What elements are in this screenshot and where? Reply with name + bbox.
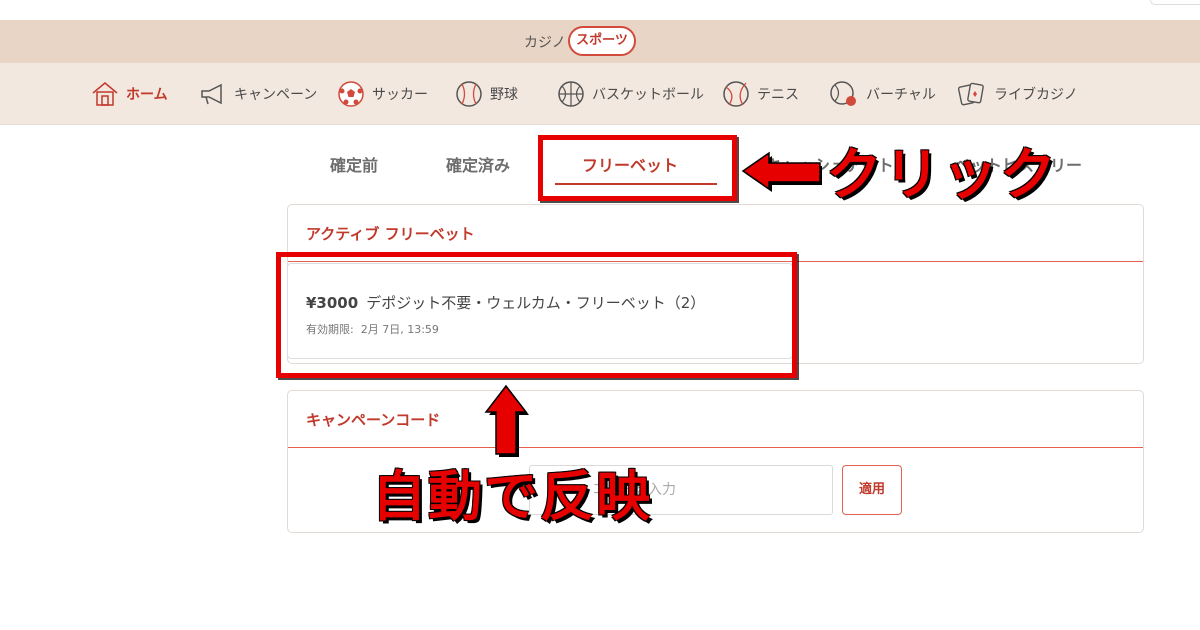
nav-item-label: テニス xyxy=(757,87,799,103)
campaign-code-header: キャンペーンコード xyxy=(288,391,1143,448)
home-icon xyxy=(92,82,118,106)
nav-item-label: バーチャル xyxy=(866,87,936,103)
nav-item-label: 野球 xyxy=(490,87,518,103)
annotation-click: クリック xyxy=(826,143,1058,208)
soccer-ball-icon xyxy=(338,81,364,107)
up-arrow-icon xyxy=(484,384,529,457)
window-corner xyxy=(1150,0,1200,5)
tennis-ball-icon xyxy=(723,81,749,107)
nav-item-basketball[interactable]: バスケットボール xyxy=(557,79,704,109)
mode-switch-bar: カジノ スポーツ xyxy=(0,20,1200,63)
baseball-icon xyxy=(456,81,482,107)
nav-item-virtual[interactable]: バーチャル xyxy=(829,79,936,109)
mode-casino-link[interactable]: カジノ xyxy=(524,32,566,52)
nav-item-soccer[interactable]: サッカー xyxy=(337,79,428,109)
virtual-ball-icon xyxy=(830,81,856,106)
nav-item-live-casino[interactable]: ライブカジノ xyxy=(957,79,1078,109)
cards-icon xyxy=(957,82,984,106)
nav-item-label: サッカー xyxy=(372,87,428,103)
highlight-freebet-item xyxy=(276,252,797,378)
mode-sports-button[interactable]: スポーツ xyxy=(568,26,636,56)
annotation-auto-apply: 自動で反映 xyxy=(372,465,652,528)
nav-item-baseball[interactable]: 野球 xyxy=(455,79,518,109)
tab-settled[interactable]: 確定済み xyxy=(446,152,510,176)
nav-item-campaign[interactable]: キャンペーン xyxy=(199,79,317,109)
nav-item-label: キャンペーン xyxy=(234,87,318,103)
left-arrow-icon xyxy=(741,151,822,192)
highlight-freebet-tab xyxy=(538,135,737,201)
tab-unsettled[interactable]: 確定前 xyxy=(330,152,378,176)
nav-item-label: ライブカジノ xyxy=(994,87,1078,103)
nav-item-home[interactable]: ホーム xyxy=(91,79,168,109)
nav-item-tennis[interactable]: テニス xyxy=(722,79,799,109)
nav-item-label: バスケットボール xyxy=(592,87,704,103)
nav-item-label: ホーム xyxy=(126,87,168,103)
apply-button[interactable]: 適用 xyxy=(842,465,902,515)
basketball-icon xyxy=(558,81,584,107)
sports-nav-bar: ホーム キャンペーン サッカー 野球 バスケットボール テニス バーチャル ライ… xyxy=(0,63,1200,125)
megaphone-icon xyxy=(201,83,222,105)
browser-top-strip xyxy=(0,0,1200,20)
